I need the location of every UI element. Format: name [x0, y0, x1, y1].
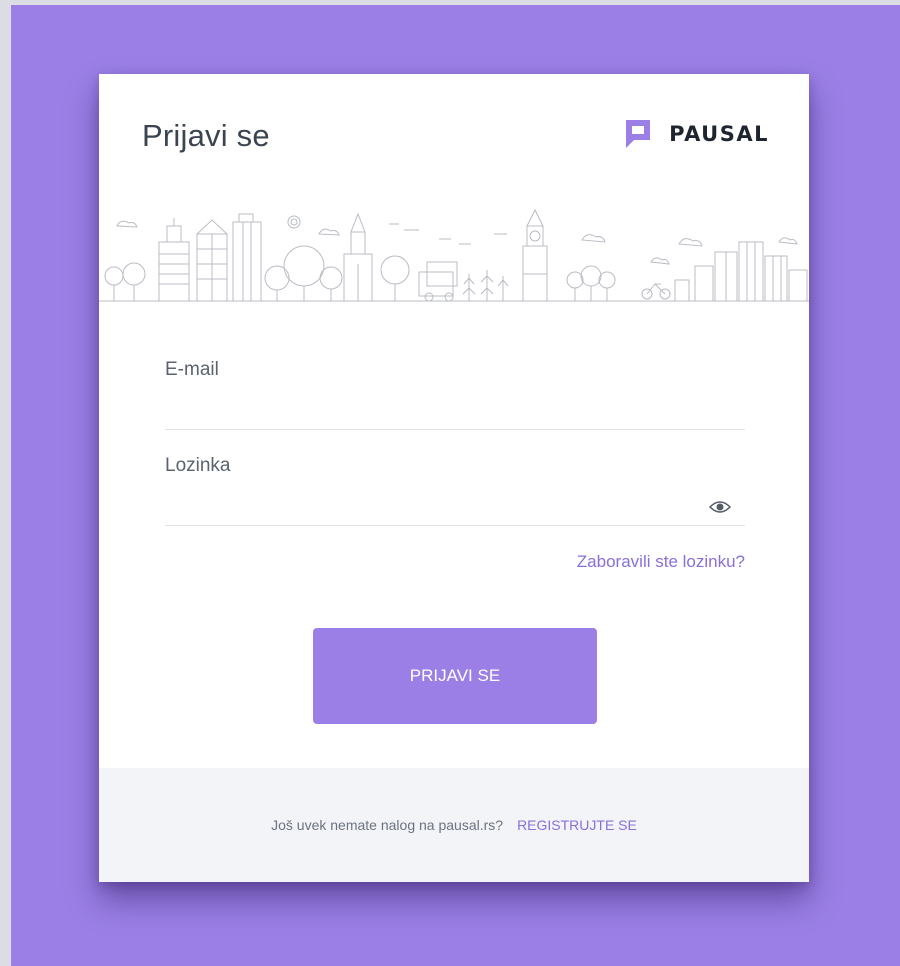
email-field-group: E-mail: [165, 334, 745, 430]
page-title: Prijavi se: [142, 118, 270, 153]
eye-icon[interactable]: [709, 500, 731, 514]
card-footer: Još uvek nemate nalog na pausal.rs? REGI…: [99, 768, 809, 882]
email-label: E-mail: [165, 359, 219, 380]
password-label: Lozinka: [165, 455, 231, 476]
password-field[interactable]: [165, 489, 709, 521]
card-header: Prijavi se PAUSAL: [99, 74, 809, 204]
login-button[interactable]: PRIJAVI SE: [313, 628, 597, 724]
brand-logo: PAUSAL: [623, 118, 769, 150]
password-field-group: Lozinka: [165, 430, 745, 526]
page-background: Prijavi se PAUSAL E-mail Lozinka Zaborav…: [0, 0, 900, 966]
forgot-password-link[interactable]: Zaboravili ste lozinku?: [577, 552, 745, 572]
email-field[interactable]: [165, 393, 709, 425]
register-prompt: Još uvek nemate nalog na pausal.rs?: [271, 817, 504, 833]
register-link[interactable]: REGISTRUJTE SE: [517, 817, 637, 833]
brand-name: PAUSAL: [669, 122, 769, 146]
login-form: E-mail Lozinka Zaboravili ste lozinku?: [165, 334, 745, 571]
city-skyline-illustration: [99, 208, 809, 302]
pausal-logo-icon: [626, 120, 651, 148]
login-card: Prijavi se PAUSAL E-mail Lozinka Zaborav…: [99, 74, 809, 882]
